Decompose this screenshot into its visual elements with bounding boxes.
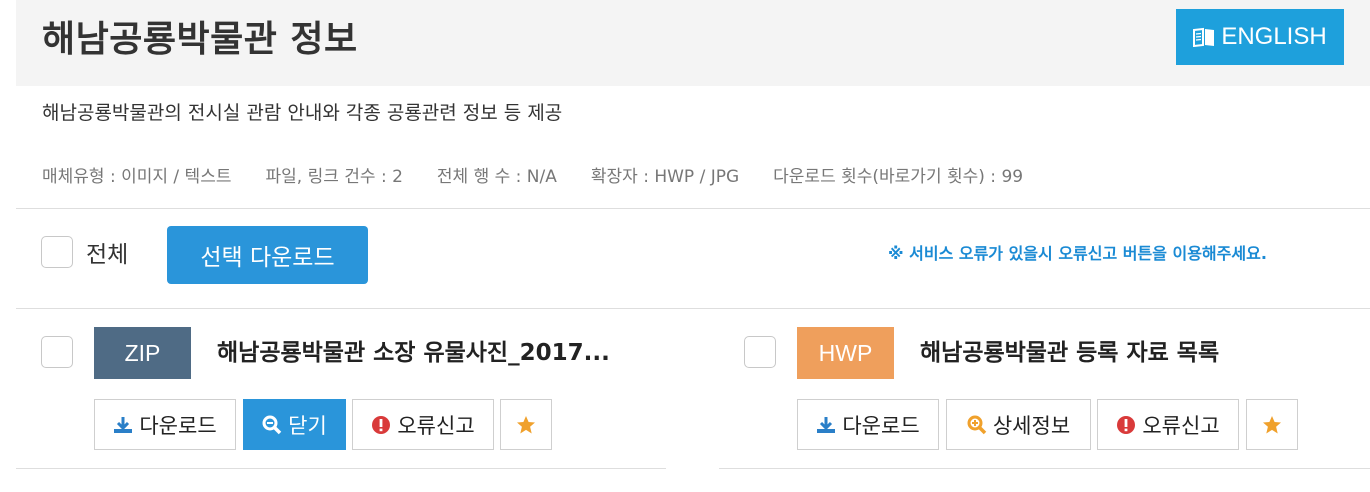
report-error-label: 오류신고 <box>1142 413 1220 438</box>
exclamation-circle-icon <box>1117 415 1136 434</box>
meta-row-count: 전체 행 수 : N/A <box>436 167 557 187</box>
file-title[interactable]: 해남공룡박물관 소장 유물사진_2017... <box>217 336 610 370</box>
dataset-description: 해남공룡박물관의 전시실 관람 안내와 각종 공룡관련 정보 등 제공 <box>42 102 563 124</box>
divider <box>16 468 666 469</box>
english-button[interactable]: ENGLISH <box>1176 9 1344 65</box>
file-title[interactable]: 해남공룡박물관 등록 자료 목록 <box>920 336 1219 370</box>
star-icon <box>1263 415 1281 433</box>
meta-extensions: 확장자 : HWP / JPG <box>590 167 740 187</box>
download-label: 다운로드 <box>842 413 920 438</box>
star-icon <box>517 415 535 433</box>
report-error-button[interactable]: 오류신고 <box>352 399 494 450</box>
report-error-label: 오류신고 <box>397 413 475 438</box>
detail-info-label: 상세정보 <box>992 413 1071 438</box>
exclamation-circle-icon <box>372 415 391 434</box>
meta-media-type: 매체유형 : 이미지 / 텍스트 <box>42 167 232 187</box>
divider <box>16 208 1370 209</box>
select-all-label: 전체 <box>86 242 129 268</box>
favorite-button[interactable] <box>1246 399 1298 450</box>
divider <box>719 468 1370 469</box>
download-label: 다운로드 <box>139 413 217 438</box>
download-icon <box>114 416 133 433</box>
divider <box>16 308 1370 309</box>
zoom-icon <box>967 415 987 434</box>
meta-file-count: 파일, 링크 건수 : 2 <box>265 167 403 187</box>
file-type-badge: HWP <box>797 327 894 379</box>
zoom-icon <box>262 415 282 434</box>
select-all-checkbox[interactable] <box>41 236 73 268</box>
favorite-button[interactable] <box>500 399 552 450</box>
page-title: 해남공룡박물관 정보 <box>42 19 358 60</box>
file-type-badge: ZIP <box>94 327 191 379</box>
select-download-button[interactable]: 선택 다운로드 <box>167 226 368 284</box>
close-label: 닫기 <box>288 413 327 438</box>
dataset-meta: 매체유형 : 이미지 / 텍스트 파일, 링크 건수 : 2 전체 행 수 : … <box>42 164 1023 190</box>
meta-download-count: 다운로드 횟수(바로가기 횟수) : 99 <box>773 167 1024 187</box>
download-button[interactable]: 다운로드 <box>94 399 236 450</box>
close-button[interactable]: 닫기 <box>243 399 346 450</box>
service-notice: ※ 서비스 오류가 있을시 오류신고 버튼을 이용해주세요. <box>888 244 1267 263</box>
report-error-button[interactable]: 오류신고 <box>1097 399 1239 450</box>
detail-info-button[interactable]: 상세정보 <box>946 399 1091 450</box>
english-button-label: ENGLISH <box>1221 23 1327 50</box>
book-icon <box>1193 27 1215 47</box>
file-checkbox[interactable] <box>744 336 776 368</box>
page-header: 해남공룡박물관 정보 ENGLISH <box>16 0 1370 86</box>
file-checkbox[interactable] <box>41 336 73 368</box>
download-button[interactable]: 다운로드 <box>797 399 939 450</box>
download-icon <box>817 416 836 433</box>
